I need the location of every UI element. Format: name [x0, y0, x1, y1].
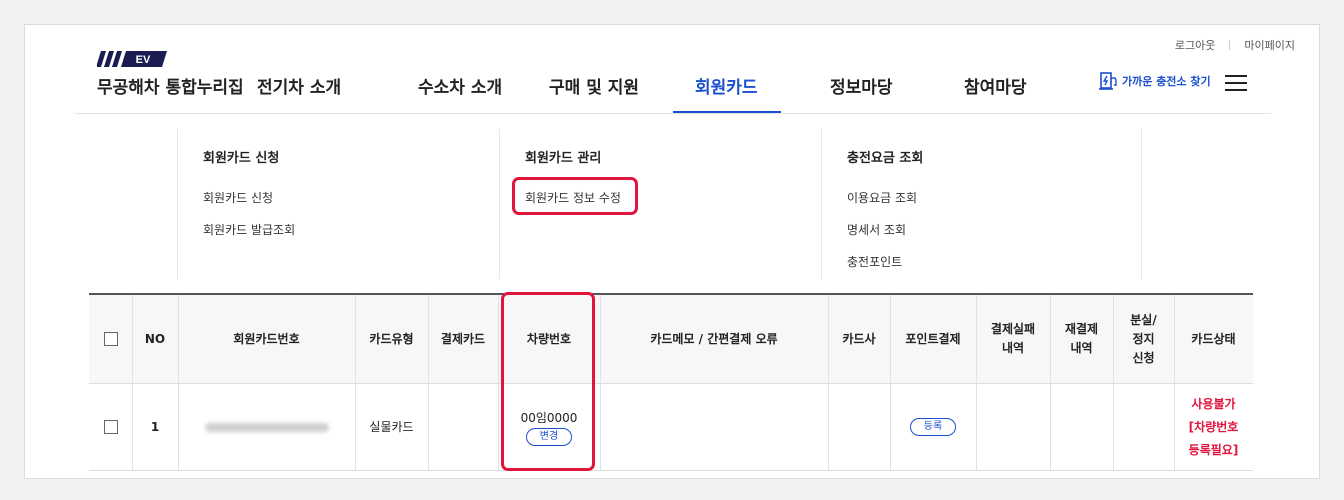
th-loss-suspend: 분실/ 정지 신청: [1130, 312, 1157, 365]
util-divider: [1229, 40, 1231, 50]
charger-station-icon: [1099, 72, 1117, 90]
cell-payment-card: [428, 384, 498, 470]
th-payment-card: 결제카드: [440, 331, 486, 346]
cell-card-memo: [600, 384, 828, 470]
select-all-checkbox[interactable]: [103, 332, 118, 346]
redacted-card-number: [204, 422, 329, 432]
cell-card-status: 사용불가 [차량번호 등록필요]: [1188, 396, 1239, 457]
cell-loss-suspend: [1113, 384, 1174, 470]
th-repayment: 재결제 내역: [1064, 322, 1099, 355]
ev-logo-icon[interactable]: EV: [97, 51, 169, 67]
nav-hydrogen-intro[interactable]: 수소차 소개: [418, 73, 502, 98]
menu-heading-card-manage[interactable]: 회원카드 관리: [525, 147, 601, 166]
header-divider: [75, 113, 1271, 114]
menu-link-card-issue-lookup[interactable]: 회원카드 발급조회: [203, 221, 295, 238]
utility-links: 로그아웃 마이페이지: [1175, 37, 1295, 53]
th-card-memo: 카드메모 / 간편결제 오류: [650, 331, 778, 346]
table-bottom-border: [89, 470, 1253, 471]
nav-ev-intro[interactable]: 전기차 소개: [257, 73, 341, 98]
find-charger-button[interactable]: 가까운 충전소 찾기: [1099, 71, 1211, 91]
menu-heading-card-apply[interactable]: 회원카드 신청: [203, 147, 279, 166]
cell-no: 1: [150, 420, 160, 434]
menu-divider: [821, 129, 822, 279]
th-point-payment: 포인트결제: [905, 331, 961, 346]
cell-repayment: [1050, 384, 1113, 470]
th-no: NO: [144, 331, 166, 346]
cell-card-number: [178, 384, 355, 470]
th-card-company: 카드사: [842, 331, 876, 346]
th-card-number: 회원카드번호: [233, 331, 300, 346]
menu-icon[interactable]: [1225, 75, 1247, 91]
menu-link-charge-point[interactable]: 충전포인트: [847, 253, 902, 270]
th-card-status: 카드상태: [1191, 331, 1236, 346]
nav-purchase-support[interactable]: 구매 및 지원: [549, 73, 639, 98]
row-checkbox[interactable]: [103, 420, 118, 434]
cell-point-payment: 등록: [890, 384, 976, 470]
menu-divider: [499, 129, 500, 279]
menu-heading-charge-fee[interactable]: 충전요금 조회: [847, 147, 923, 166]
menu-link-statement[interactable]: 명세서 조회: [847, 221, 906, 238]
highlight-box-vehicle-number: [501, 292, 595, 471]
find-charger-label: 가까운 충전소 찾기: [1122, 75, 1211, 88]
table-row: [89, 384, 132, 470]
cell-card-type: 실물카드: [369, 420, 414, 434]
menu-divider: [177, 129, 178, 279]
menu-link-card-apply[interactable]: 회원카드 신청: [203, 189, 273, 206]
nav-participation[interactable]: 참여마당: [964, 73, 1027, 98]
menu-divider: [1141, 129, 1142, 279]
mypage-link[interactable]: 마이페이지: [1244, 37, 1295, 53]
th-card-type: 카드유형: [369, 331, 414, 346]
page-frame: EV 무공해차 통합누리집 로그아웃 마이페이지 전기차 소개 수소차 소개 구…: [24, 24, 1320, 479]
register-point-button[interactable]: 등록: [909, 418, 957, 436]
logout-link[interactable]: 로그아웃: [1175, 37, 1215, 53]
cell-payment-failure: [976, 384, 1050, 470]
cell-card-company: [828, 384, 890, 470]
logo-badge-text: EV: [136, 54, 151, 66]
menu-link-usage-fee[interactable]: 이용요금 조회: [847, 189, 917, 206]
nav-info[interactable]: 정보마당: [830, 73, 893, 98]
highlight-box-card-info-edit: [512, 177, 638, 215]
nav-member-card[interactable]: 회원카드: [695, 73, 758, 98]
site-title[interactable]: 무공해차 통합누리집: [97, 73, 244, 98]
th-payment-failure: 결제실패 내역: [990, 322, 1036, 355]
th-select-all: [89, 295, 132, 383]
